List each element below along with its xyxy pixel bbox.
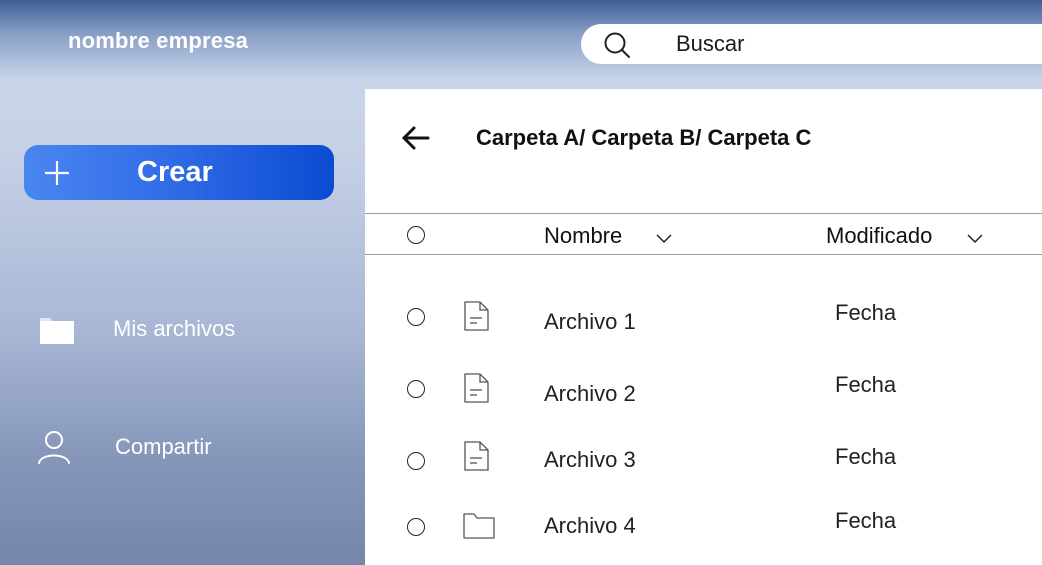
file-name: Archivo 1 <box>544 309 636 334</box>
row-select-radio[interactable] <box>407 308 425 326</box>
file-icon <box>464 441 489 471</box>
file-date: Fecha <box>835 508 897 533</box>
row-select-radio[interactable] <box>407 452 425 470</box>
chevron-down-icon <box>656 234 672 244</box>
search-input[interactable] <box>676 30 976 58</box>
row-select-radio[interactable] <box>407 380 425 398</box>
user-icon <box>38 431 70 464</box>
folder-icon <box>40 318 74 344</box>
file-icon <box>464 301 489 331</box>
create-button[interactable]: Crear <box>24 145 334 200</box>
file-name: Archivo 3 <box>544 447 636 472</box>
sidebar-item-my-files[interactable]: Mis archivos <box>0 300 362 360</box>
file-date: Fecha <box>835 300 897 325</box>
file-date: Fecha <box>835 372 897 397</box>
file-icon <box>464 373 489 403</box>
folder-icon <box>463 513 495 539</box>
sidebar-item-label: Compartir <box>115 434 212 459</box>
column-header-name[interactable]: Nombre <box>544 223 672 249</box>
table-row[interactable]: Archivo 3 Fecha <box>365 431 1042 491</box>
sidebar-item-label: Mis archivos <box>113 316 236 341</box>
file-name: Archivo 4 <box>544 513 636 538</box>
column-header-label: Modificado <box>826 223 933 248</box>
table-row[interactable]: Archivo 4 Fecha <box>365 497 1042 557</box>
chevron-down-icon <box>967 234 983 244</box>
search-icon[interactable] <box>603 31 631 59</box>
file-browser-panel: Carpeta A/ Carpeta B/ Carpeta C Nombre M… <box>365 89 1042 565</box>
brand-name: nombre empresa <box>68 28 249 53</box>
create-button-label: Crear <box>137 156 213 188</box>
breadcrumb: Carpeta A/ Carpeta B/ Carpeta C <box>476 125 812 150</box>
arrow-left-icon[interactable] <box>401 123 431 153</box>
table-row[interactable]: Archivo 1 Fecha <box>365 287 1042 347</box>
table-header: Nombre Modificado <box>365 213 1042 255</box>
file-date: Fecha <box>835 444 897 469</box>
table-row[interactable]: Archivo 2 Fecha <box>365 359 1042 419</box>
row-select-radio[interactable] <box>407 518 425 536</box>
sidebar-item-share[interactable]: Compartir <box>0 416 362 476</box>
column-header-label: Nombre <box>544 223 623 248</box>
column-header-modified[interactable]: Modificado <box>826 223 983 249</box>
search-bar[interactable] <box>581 24 1042 64</box>
plus-icon <box>45 161 69 185</box>
file-name: Archivo 2 <box>544 381 636 406</box>
select-all-radio[interactable] <box>407 226 425 244</box>
